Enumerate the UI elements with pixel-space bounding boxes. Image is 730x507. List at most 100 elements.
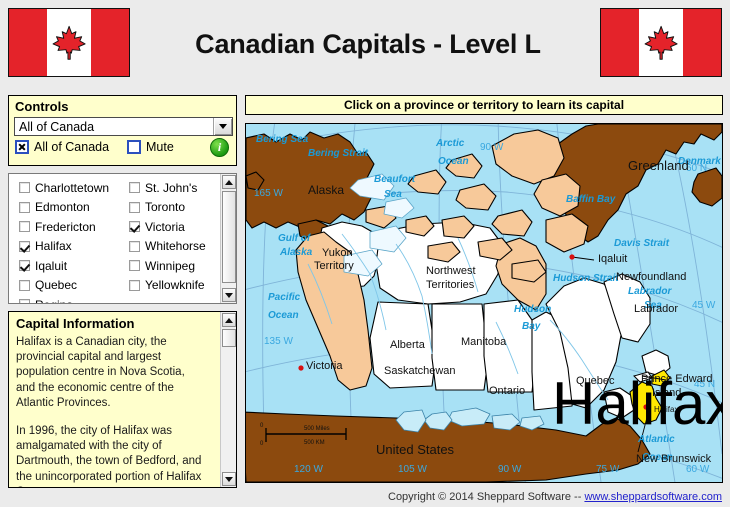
- map-land-label: Ontario: [489, 385, 525, 397]
- map-ocean-label: Bay: [522, 321, 541, 332]
- controls-panel: Controls All of Canada All of Canada Mut…: [8, 95, 237, 166]
- map-land-label: Labrador: [634, 303, 678, 315]
- map-land-label: Alberta: [390, 339, 426, 351]
- map-grid-label: 120 W: [294, 464, 323, 475]
- map-ocean-label: Davis Strait: [614, 238, 670, 249]
- checkbox-box: [129, 279, 140, 291]
- capital-checkbox-item[interactable]: Winnipeg: [129, 256, 224, 276]
- capital-info-scrollbar[interactable]: [220, 312, 236, 487]
- map-land-label: Alaska: [308, 183, 344, 197]
- map-grid-label: 45 W: [692, 300, 716, 311]
- map-svg[interactable]: 0 0 500 Miles 500 KM 165 W90 W60 N135 W4…: [246, 124, 722, 482]
- scroll-down-icon[interactable]: [222, 472, 236, 486]
- canada-map[interactable]: 0 0 500 Miles 500 KM 165 W 90 W 60 N 135 W4…: [245, 123, 723, 483]
- map-ocean-label: Beaufort: [374, 174, 416, 185]
- instruction-bar: Click on a province or territory to lear…: [245, 95, 723, 115]
- footer: Copyright © 2014 Sheppard Software -- ww…: [0, 488, 730, 507]
- scroll-up-icon[interactable]: [222, 313, 236, 327]
- controls-title: Controls: [15, 99, 69, 114]
- checkbox-box: [19, 240, 30, 252]
- capital-info-paragraph-2: In 1996, the city of Halifax was amalgam…: [16, 425, 202, 487]
- capital-checkbox-item[interactable]: Regina: [19, 295, 119, 303]
- checkbox-box: [19, 299, 30, 303]
- flag-band-left: [601, 9, 639, 76]
- map-grid-label: 75 W: [596, 464, 620, 475]
- map-grid-label: 165 W: [254, 188, 283, 199]
- checkbox-box: [19, 182, 30, 194]
- capital-label: Yellowknife: [145, 278, 205, 293]
- capital-info-paragraph-1: Halifax is a Canadian city, the provinci…: [16, 336, 185, 409]
- scale-miles-label: 500 Miles: [304, 426, 330, 432]
- mute-checkbox[interactable]: Mute: [127, 140, 174, 154]
- all-of-canada-label: All of Canada: [34, 140, 110, 154]
- copyright-text: Copyright © 2014 Sheppard Software --: [388, 491, 585, 503]
- scale-km-label: 500 KM: [304, 440, 325, 446]
- checkbox-box: [129, 221, 140, 233]
- capital-label: Edmonton: [35, 200, 90, 215]
- capital-checkbox-item[interactable]: Fredericton: [19, 217, 119, 237]
- capital-checkbox-item[interactable]: Quebec: [19, 276, 119, 296]
- map-land-label: Newfoundland: [616, 271, 686, 283]
- capital-checkbox-item[interactable]: Edmonton: [19, 198, 119, 218]
- capitals-scrollbar[interactable]: [220, 174, 236, 303]
- checkbox-box: [19, 279, 30, 291]
- scrollbar-thumb[interactable]: [222, 191, 236, 283]
- capital-checkbox-item[interactable]: Charlottetown: [19, 178, 119, 198]
- scroll-up-icon[interactable]: [222, 175, 236, 189]
- capital-label: Whitehorse: [145, 239, 206, 254]
- canada-flag-left-icon: [8, 8, 130, 77]
- capital-label: Winnipeg: [145, 258, 196, 273]
- map-land-label: Territories: [426, 279, 475, 291]
- capital-checkbox-item[interactable]: Victoria: [129, 217, 224, 237]
- map-ocean-label: Alaska: [279, 247, 313, 258]
- map-land-label: United States: [376, 442, 455, 457]
- capital-label: Victoria: [145, 219, 185, 234]
- capitals-column-1: Charlottetown Edmonton Fredericton Halifax I…: [19, 178, 119, 303]
- capital-checkbox-item[interactable]: Halifax: [19, 237, 119, 257]
- flag-band-left: [9, 9, 47, 76]
- checkbox-box: [129, 201, 140, 213]
- capital-checkbox-item[interactable]: Toronto: [129, 198, 224, 218]
- checkbox-box: [15, 140, 29, 154]
- capital-information-title: Capital Information: [16, 316, 135, 331]
- map-ocean-label: Arctic: [435, 138, 465, 149]
- capital-information-panel: Capital Information Halifax is a Canadia…: [8, 311, 237, 488]
- region-select-value: All of Canada: [19, 120, 95, 134]
- canada-flag-right-icon: [600, 8, 722, 77]
- capital-label: Halifax: [35, 239, 72, 254]
- all-of-canada-checkbox[interactable]: All of Canada: [15, 140, 109, 154]
- info-icon[interactable]: i: [210, 138, 229, 157]
- capital-checkbox-item[interactable]: Iqaluit: [19, 256, 119, 276]
- region-select[interactable]: All of Canada: [14, 117, 233, 136]
- map-land-label: Northwest: [426, 265, 476, 277]
- capital-checkbox-item[interactable]: Whitehorse: [129, 237, 224, 257]
- map-land-label: Saskatchewan: [384, 365, 456, 377]
- capital-label: Toronto: [145, 200, 186, 215]
- checkbox-box: [19, 221, 30, 233]
- map-ocean-label: Hudson: [514, 304, 551, 315]
- sheppard-software-link[interactable]: www.sheppardsoftware.com: [584, 491, 722, 503]
- capital-label: Charlottetown: [35, 180, 110, 195]
- capital-label: St. John's: [145, 180, 198, 195]
- maple-leaf-icon: [47, 9, 91, 76]
- map-ocean-label: Labrador: [628, 286, 672, 297]
- page-title: Canadian Capitals - Level L: [195, 28, 541, 59]
- map-ocean-label: Pacific: [268, 292, 301, 303]
- selected-capital-label: Halifax: [552, 370, 722, 437]
- map-ocean-label: Ocean: [268, 310, 299, 321]
- victoria-dot: [298, 365, 304, 371]
- page-header: Canadian Capitals - Level L: [0, 0, 730, 88]
- map-ocean-label: Bering Strait: [308, 148, 369, 159]
- chevron-down-icon[interactable]: [213, 118, 232, 135]
- map-ocean-label: Bering Sea: [256, 134, 309, 145]
- flag-band-right: [683, 9, 721, 76]
- capital-checkbox-item[interactable]: St. John's: [129, 178, 224, 198]
- checkbox-box: [129, 240, 140, 252]
- capitals-checklist[interactable]: Charlottetown Edmonton Fredericton Halifax I…: [8, 173, 237, 304]
- capital-checkbox-item[interactable]: Yellowknife: [129, 276, 224, 296]
- scroll-down-icon[interactable]: [222, 288, 236, 302]
- scrollbar-thumb[interactable]: [222, 329, 236, 347]
- map-land-label: Yukon: [322, 247, 353, 259]
- map-land-label: Territory: [314, 260, 354, 272]
- capital-label: Fredericton: [35, 219, 96, 234]
